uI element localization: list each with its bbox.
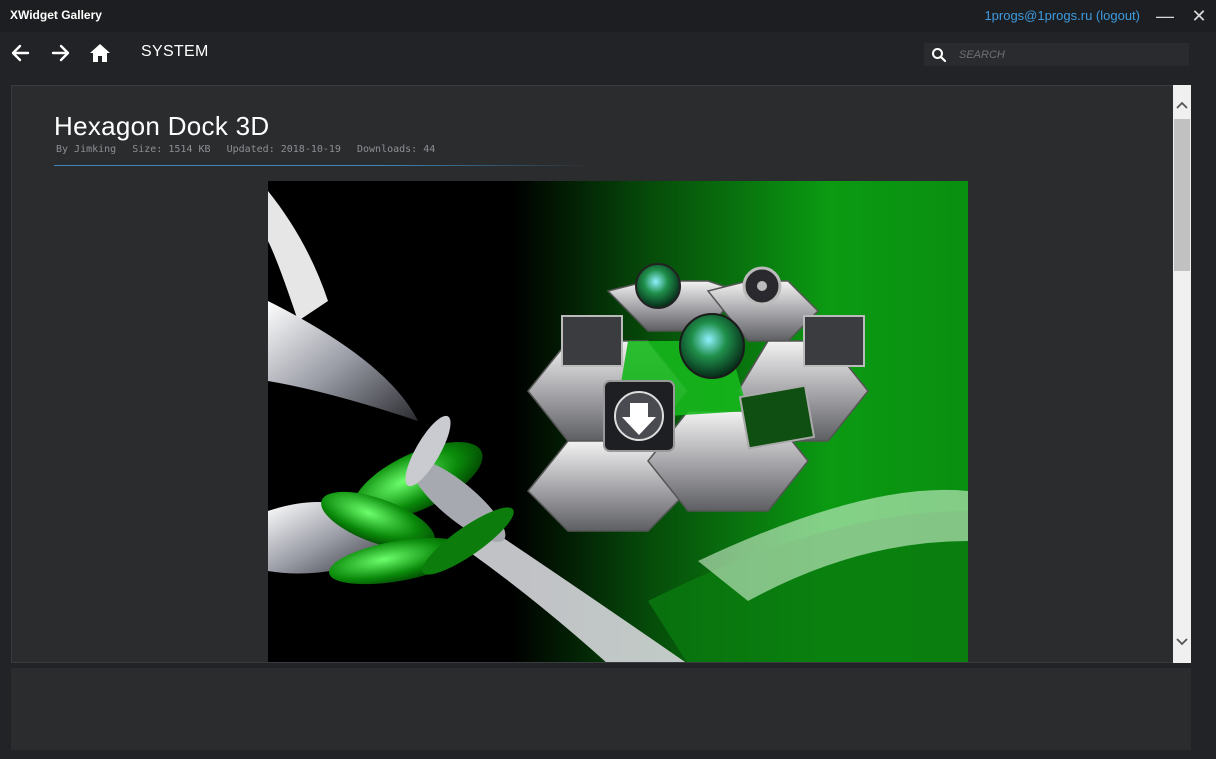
- toolbar: SYSTEM: [0, 32, 1216, 76]
- search-input[interactable]: [959, 46, 1179, 63]
- search-icon[interactable]: [931, 47, 947, 63]
- title-divider: [54, 165, 594, 166]
- scroll-down-button[interactable]: [1173, 632, 1191, 650]
- arrow-right-icon: [51, 44, 70, 62]
- widget-author: By Jimking: [56, 144, 117, 155]
- scroll-up-button[interactable]: [1173, 97, 1191, 115]
- title-bar: XWidget Gallery 1progs@1progs.ru (logout…: [0, 0, 1216, 32]
- widget-detail-panel: Hexagon Dock 3D By Jimking Size: 1514 KB…: [11, 85, 1191, 663]
- widget-meta: By Jimking Size: 1514 KB Updated: 2018-1…: [56, 144, 445, 155]
- widget-title: Hexagon Dock 3D: [54, 111, 270, 141]
- close-button[interactable]: ✕: [1188, 5, 1210, 27]
- app-title: XWidget Gallery: [10, 8, 102, 22]
- footer-panel: [11, 668, 1191, 750]
- chevron-up-icon: [1176, 101, 1188, 109]
- home-button[interactable]: [87, 40, 113, 66]
- arrow-left-icon: [11, 44, 30, 62]
- widget-updated: Updated: 2018-10-19: [226, 144, 341, 155]
- section-title: SYSTEM: [141, 43, 209, 60]
- widget-size: Size: 1514 KB: [132, 144, 211, 155]
- widget-preview-image: [268, 181, 968, 662]
- account-logout-link[interactable]: 1progs@1progs.ru (logout): [984, 8, 1140, 23]
- scrollbar[interactable]: [1173, 85, 1191, 663]
- widget-downloads: Downloads: 44: [356, 144, 436, 155]
- minimize-button[interactable]: —: [1154, 5, 1176, 27]
- chevron-down-icon: [1176, 638, 1188, 646]
- search-box[interactable]: [924, 43, 1189, 66]
- scroll-thumb[interactable]: [1174, 119, 1190, 271]
- forward-button[interactable]: [47, 40, 73, 66]
- back-button[interactable]: [8, 40, 34, 66]
- home-icon: [90, 44, 110, 62]
